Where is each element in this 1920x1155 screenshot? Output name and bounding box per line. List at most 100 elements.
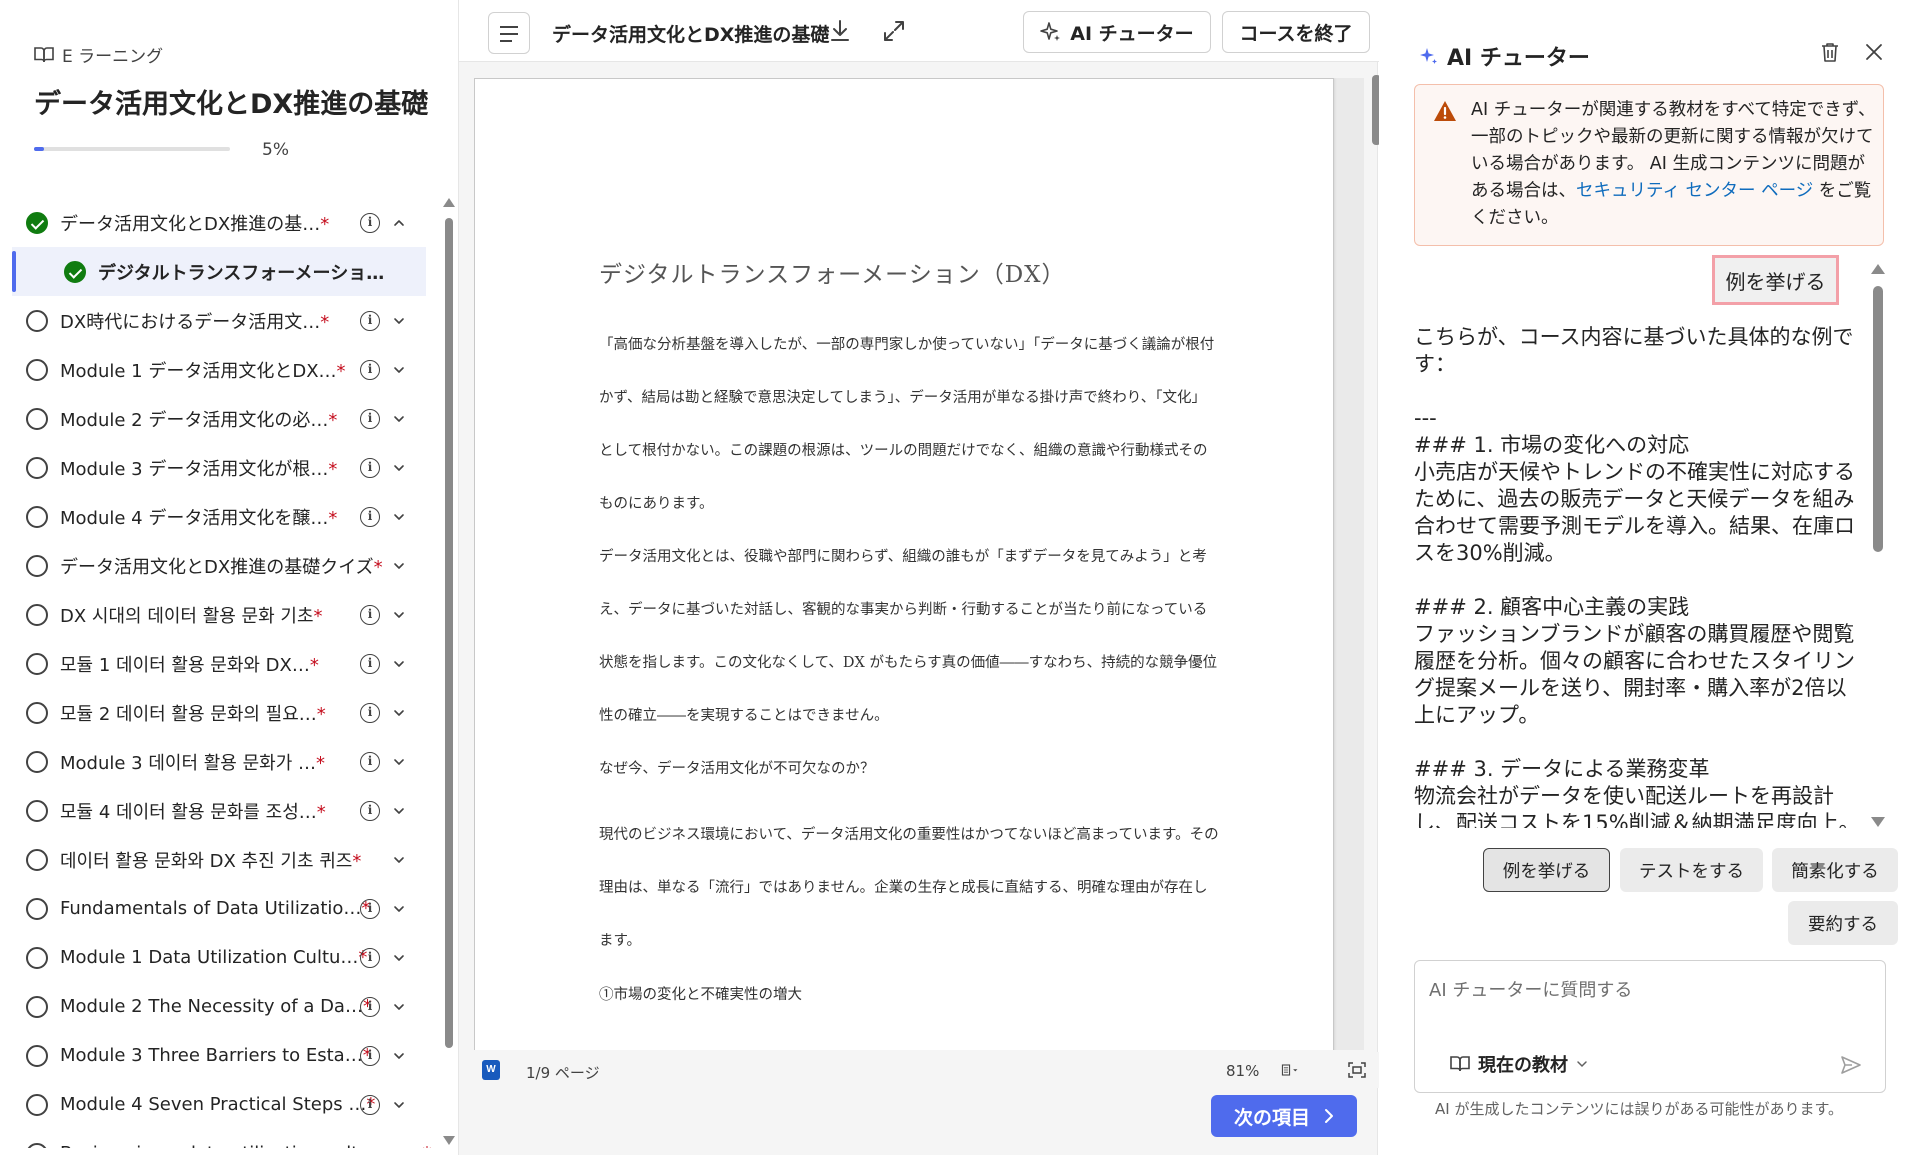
outline-item[interactable]: Module 2 データ活用文化の必…* i	[0, 394, 440, 443]
outline-toggle-button[interactable]	[488, 12, 530, 54]
info-icon[interactable]: i	[360, 604, 380, 625]
chevron-down-icon[interactable]	[393, 511, 405, 523]
document-heading: デジタルトランスフォーメーション（DX）	[599, 262, 1066, 288]
suggestion-chip-summarize[interactable]: 要約する	[1788, 901, 1898, 945]
info-icon[interactable]: i	[360, 1094, 380, 1115]
question-input[interactable]	[1429, 975, 1849, 1005]
chevron-down-icon[interactable]	[393, 1001, 405, 1013]
outline-item[interactable]: Module 3 データ活用文化が根…* i	[0, 443, 440, 492]
required-marker: *	[316, 752, 325, 774]
chevron-down-icon[interactable]	[393, 658, 405, 670]
suggestion-chip-example[interactable]: 例を挙げる	[1483, 848, 1610, 892]
sidebar-scrollbar[interactable]	[443, 198, 455, 1148]
trash-icon[interactable]	[1818, 40, 1842, 64]
course-progress-label: 5%	[262, 140, 289, 160]
incomplete-circle-icon	[26, 1093, 48, 1116]
scroll-down-arrow-icon[interactable]	[443, 1136, 455, 1145]
chevron-down-icon[interactable]	[393, 413, 405, 425]
chevron-down-icon[interactable]	[393, 364, 405, 376]
info-icon[interactable]: i	[360, 1045, 380, 1066]
outline-item-label: Module 1 Data Utilization Cultu…*	[60, 947, 367, 968]
outline-item[interactable]: 모듈 2 데이터 활용 문화의 필요…* i	[0, 688, 440, 737]
chevron-down-icon[interactable]	[393, 805, 405, 817]
info-icon[interactable]: i	[360, 751, 380, 772]
close-icon[interactable]	[1862, 40, 1886, 64]
exit-course-button[interactable]: コースを終了	[1222, 11, 1370, 53]
outline-item[interactable]: 데이터 활용 문화와 DX 추진 기초 퀴즈*	[0, 835, 440, 884]
outline-subitem[interactable]: デジタルトランスフォーメーショ…	[12, 247, 426, 296]
suggestion-chip-simplify[interactable]: 簡素化する	[1772, 848, 1898, 892]
chevron-down-icon[interactable]	[393, 462, 405, 474]
ai-tutor-button[interactable]: AI チューター	[1023, 11, 1211, 53]
chat-scroll-down-icon[interactable]	[1871, 817, 1885, 827]
viewer-statusbar: W 1/9 ページ 81%	[459, 1052, 1379, 1088]
outline-item[interactable]: データ活用文化とDX推進の基…* i	[0, 198, 440, 247]
outline-item[interactable]: DX時代におけるデータ活用文…* i	[0, 296, 440, 345]
chevron-down-icon[interactable]	[393, 903, 405, 915]
info-icon[interactable]: i	[360, 653, 380, 674]
outline-item[interactable]: データ活用文化とDX推進の基礎クイズ*	[0, 541, 440, 590]
chevron-down-icon[interactable]	[393, 707, 405, 719]
info-icon[interactable]: i	[360, 947, 380, 968]
warning-icon	[1434, 101, 1456, 121]
completed-check-icon	[64, 260, 86, 283]
scroll-up-arrow-icon[interactable]	[443, 198, 455, 207]
info-icon[interactable]: i	[360, 506, 380, 527]
chevron-down-icon[interactable]	[393, 1099, 405, 1111]
outline-item[interactable]: Module 3 데이터 활용 문화가 …* i	[0, 737, 440, 786]
download-icon[interactable]	[827, 18, 853, 44]
chevron-up-icon[interactable]	[393, 217, 405, 229]
outline-item[interactable]: Fundamentals of Data Utilizatio…* i	[0, 884, 440, 933]
expand-icon[interactable]	[881, 18, 907, 44]
info-icon[interactable]: i	[360, 457, 380, 478]
outline-item[interactable]: DX 시대의 데이터 활용 문화 기초* i	[0, 590, 440, 639]
chevron-down-icon[interactable]	[393, 952, 405, 964]
chevron-down-icon[interactable]	[393, 560, 405, 572]
zoom-level[interactable]: 81%	[1226, 1062, 1259, 1080]
outline-item[interactable]: Module 3 Three Barriers to Esta…* i	[0, 1031, 440, 1080]
book-icon	[1450, 1056, 1470, 1072]
info-icon[interactable]: i	[360, 359, 380, 380]
next-item-button[interactable]: 次の項目	[1211, 1095, 1357, 1137]
material-scope-dropdown[interactable]: 現在の教材	[1450, 1051, 1588, 1077]
outline-item[interactable]: Module 4 Seven Practical Steps …* i	[0, 1080, 440, 1129]
warning-text: AI チューターが関連する教材をすべて特定できず、一部のトピックや最新の更新に関…	[1471, 97, 1881, 232]
completed-check-icon	[26, 211, 48, 234]
outline-item[interactable]: Module 1 Data Utilization Cultu…* i	[0, 933, 440, 982]
outline-item[interactable]: 모듈 1 데이터 활용 문화와 DX…* i	[0, 639, 440, 688]
security-center-link[interactable]: セキュリティ センター ページ	[1576, 181, 1813, 201]
outline-item[interactable]: 모듈 4 데이터 활용 문화를 조성…* i	[0, 786, 440, 835]
info-icon[interactable]: i	[360, 702, 380, 723]
fit-to-screen-icon[interactable]	[1347, 1061, 1367, 1079]
outline-item[interactable]: Module 2 The Necessity of a Da…* i	[0, 982, 440, 1031]
info-icon[interactable]: i	[360, 310, 380, 331]
chevron-down-icon[interactable]	[393, 315, 405, 327]
outline-item-text: データ活用文化とDX推進の基…	[60, 213, 321, 235]
outline-item-label: 데이터 활용 문화와 DX 추진 기초 퀴즈*	[60, 847, 361, 873]
outline-item-label: 모듈 4 데이터 활용 문화를 조성…*	[60, 798, 326, 824]
chat-scroll-up-icon[interactable]	[1871, 264, 1885, 274]
outline-item[interactable]: Module 1 データ活用文化とDX…* i	[0, 345, 440, 394]
required-marker: *	[328, 458, 338, 480]
suggestion-chip-test[interactable]: テストをする	[1620, 848, 1763, 892]
outline-item[interactable]: Basic quiz on data utilization culture a…	[0, 1129, 440, 1148]
info-icon[interactable]: i	[360, 996, 380, 1017]
info-icon[interactable]: i	[360, 800, 380, 821]
chevron-down-icon[interactable]	[393, 756, 405, 768]
info-icon[interactable]: i	[360, 408, 380, 429]
view-mode-icon[interactable]	[1281, 1061, 1301, 1079]
outline-item[interactable]: Module 4 データ活用文化を醸…* i	[0, 492, 440, 541]
chat-scrollbar-thumb[interactable]	[1873, 286, 1883, 552]
chevron-down-icon[interactable]	[393, 609, 405, 621]
info-icon[interactable]: i	[360, 898, 380, 919]
document-viewer[interactable]: デジタルトランスフォーメーション（DX） 「高価な分析基盤を導入したが、一部の専…	[474, 78, 1364, 1050]
required-marker: *	[328, 409, 338, 431]
info-icon[interactable]: i	[360, 212, 380, 233]
chevron-down-icon[interactable]	[393, 1148, 405, 1149]
chevron-down-icon[interactable]	[393, 1050, 405, 1062]
chevron-down-icon[interactable]	[393, 854, 405, 866]
send-icon[interactable]	[1839, 1053, 1863, 1077]
scrollbar-thumb[interactable]	[445, 218, 453, 1048]
incomplete-circle-icon	[26, 995, 48, 1018]
outline-item-label: データ活用文化とDX推進の基礎クイズ*	[60, 553, 383, 579]
